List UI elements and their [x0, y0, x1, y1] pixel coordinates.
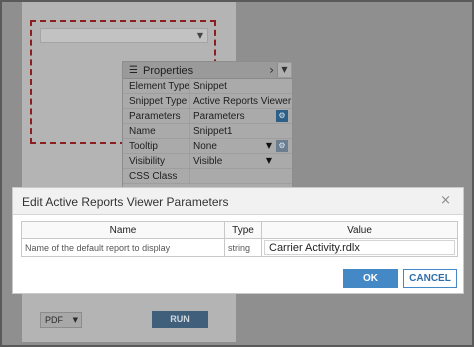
- column-header-type: Type: [224, 221, 262, 239]
- parameter-name: Name of the default report to display: [21, 238, 225, 257]
- column-header-value: Value: [261, 221, 458, 239]
- divider: [189, 94, 190, 108]
- property-row-tooltip[interactable]: Tooltip None ▼ ⚙: [123, 139, 292, 154]
- divider: [189, 79, 190, 93]
- property-key: Tooltip: [129, 141, 158, 152]
- divider: [189, 109, 190, 123]
- dialog-title: Edit Active Reports Viewer Parameters: [22, 195, 229, 209]
- table-header-row: Name Type Value: [21, 221, 458, 239]
- column-header-name: Name: [21, 221, 225, 239]
- property-row-parameters[interactable]: Parameters Parameters ⚙: [123, 109, 292, 124]
- property-key: Name: [129, 126, 156, 137]
- table-row: Name of the default report to display st…: [21, 238, 458, 257]
- divider: [189, 169, 190, 183]
- cancel-button[interactable]: CANCEL: [403, 269, 457, 288]
- chevron-down-icon[interactable]: ▼: [266, 156, 272, 165]
- property-value: Snippet1: [193, 126, 233, 137]
- report-viewer-dropdown[interactable]: ▼: [40, 28, 208, 43]
- divider: [189, 124, 190, 138]
- properties-panel: ☰ Properties › ▼ Element Type Snippet Sn…: [122, 61, 293, 191]
- dialog-header: Edit Active Reports Viewer Parameters ×: [13, 188, 463, 215]
- property-row-element-type: Element Type Snippet: [123, 79, 292, 94]
- chevron-down-icon[interactable]: ▼: [266, 141, 272, 150]
- property-key: Visibility: [129, 156, 165, 167]
- divider: [189, 154, 190, 168]
- chevron-right-icon[interactable]: ›: [269, 63, 274, 77]
- property-row-snippet-type[interactable]: Snippet Type Active Reports Viewer: [123, 94, 292, 109]
- chevron-down-icon[interactable]: ▼: [277, 63, 291, 77]
- close-icon[interactable]: ×: [440, 193, 451, 208]
- property-value: Snippet: [193, 81, 227, 92]
- parameter-value-input[interactable]: [264, 240, 455, 255]
- chevron-down-icon: ▼: [196, 31, 203, 40]
- property-key: Parameters: [129, 111, 181, 122]
- property-key: CSS Class: [129, 171, 178, 182]
- property-value: None: [193, 141, 217, 152]
- export-format-select[interactable]: PDF ▼: [40, 312, 82, 328]
- property-key: Element Type: [129, 81, 190, 92]
- property-row-name[interactable]: Name Snippet1: [123, 124, 292, 139]
- run-button[interactable]: RUN: [152, 311, 208, 328]
- properties-header: ☰ Properties › ▼: [123, 62, 292, 79]
- parameter-type: string: [224, 238, 262, 257]
- parameters-table: Name Type Value Name of the default repo…: [21, 221, 458, 257]
- property-value: Active Reports Viewer: [193, 96, 292, 107]
- sliders-icon: ☰: [129, 65, 138, 76]
- ok-button[interactable]: OK: [343, 269, 398, 288]
- chevron-down-icon: ▼: [72, 316, 78, 324]
- property-row-visibility[interactable]: Visibility Visible ▼: [123, 154, 292, 169]
- property-row-css-class[interactable]: CSS Class: [123, 169, 292, 184]
- gear-icon[interactable]: ⚙: [276, 140, 288, 152]
- properties-title: Properties: [143, 65, 194, 77]
- property-value: Parameters: [193, 111, 245, 122]
- property-value: Visible: [193, 156, 223, 167]
- export-format-value: PDF: [45, 315, 63, 325]
- edit-parameters-dialog: Edit Active Reports Viewer Parameters × …: [12, 187, 464, 294]
- gear-icon[interactable]: ⚙: [276, 110, 288, 122]
- parameter-value-cell: [261, 238, 458, 257]
- divider: [189, 139, 190, 153]
- property-key: Snippet Type: [129, 96, 188, 107]
- app-frame: ▼ ☰ Properties › ▼ Element Type Snippet …: [0, 0, 474, 347]
